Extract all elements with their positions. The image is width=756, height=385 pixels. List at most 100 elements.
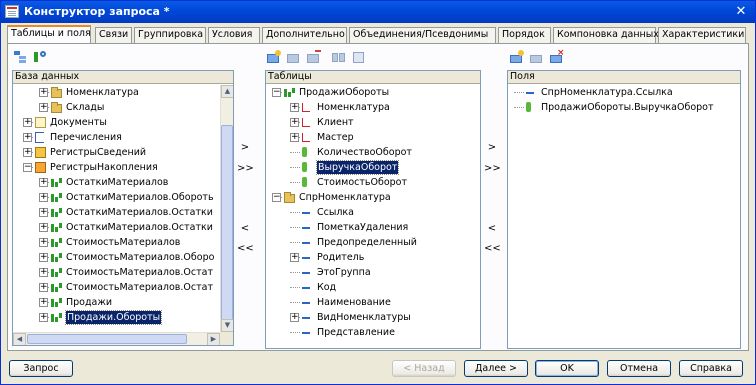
cancel-button[interactable]: Отмена [607,360,671,377]
tree-row[interactable]: − СпрНоменклатура [266,190,480,205]
tab-tables-and-fields[interactable]: Таблицы и поля [7,25,91,44]
replace-table-icon[interactable] [331,50,347,64]
title-bar[interactable]: Конструктор запроса * ✕ [1,1,755,23]
expand-icon[interactable]: + [290,118,299,127]
tree-row[interactable]: − РегистрыНакопления [13,160,233,175]
expand-icon[interactable]: + [23,118,32,127]
add-field-icon[interactable] [509,50,525,64]
tab-grouping[interactable]: Группировка [134,27,206,43]
tab-unions-aliases[interactable]: Объединения/Псевдонимы [349,27,496,43]
tree-row[interactable]: + РегистрыСведений [13,145,233,160]
collapse-icon[interactable]: − [23,163,32,172]
remove-table-button[interactable]: < [236,221,254,237]
expand-icon[interactable]: + [39,178,48,187]
edit-field-icon[interactable] [529,50,545,64]
tab-links[interactable]: Связи [95,27,132,43]
remove-all-fields-button[interactable]: << [483,241,501,257]
collapse-icon[interactable]: − [272,88,281,97]
tree-row[interactable]: + ОстаткиМатериалов [13,175,233,190]
expand-icon[interactable]: + [290,103,299,112]
tree-row[interactable]: + ОстаткиМатериалов.Остатки [13,205,233,220]
help-button[interactable]: Справка [679,360,743,377]
hierarchy-view-icon[interactable] [13,50,29,64]
expand-icon[interactable]: + [39,268,48,277]
expand-icon[interactable]: + [39,238,48,247]
tab-order[interactable]: Порядок [498,27,551,43]
tree-row[interactable]: ЭтоГруппа [266,265,480,280]
expand-icon[interactable]: + [23,133,32,142]
tables-tree[interactable]: Таблицы − ПродажиОбороты + Номенклатура + Кли… [265,70,481,349]
tree-row[interactable]: + ОстаткиМатериалов.Остатки [13,220,233,235]
tab-additional[interactable]: Дополнительно [262,27,347,43]
tree-row[interactable]: + Перечисления [13,130,233,145]
tree-row[interactable]: + Мастер [266,130,480,145]
scroll-right-icon[interactable]: ▶ [207,333,220,345]
scrollbar-thumb[interactable] [221,125,233,331]
remove-all-tables-button[interactable]: << [236,241,254,257]
ok-button[interactable]: OK [535,360,599,377]
tree-row[interactable]: Код [266,280,480,295]
expand-icon[interactable]: + [39,208,48,217]
tree-row[interactable]: + СтоимостьМатериалов.Остат [13,265,233,280]
tree-row[interactable]: + Склады [13,100,233,115]
tree-row[interactable]: + СтоимостьМатериалов.Оборо [13,250,233,265]
tree-row[interactable]: + ВидНоменклатуры [266,310,480,325]
close-icon[interactable]: ✕ [733,4,749,20]
tree-row[interactable]: + Родитель [266,250,480,265]
add-all-fields-button[interactable]: >> [483,161,501,177]
database-tree[interactable]: База данных + Номенклатура + Склады + Докумен… [12,70,234,346]
tree-row[interactable]: + СтоимостьМатериалов.Остат [13,280,233,295]
scroll-left-icon[interactable]: ◀ [13,333,26,345]
tree-row[interactable]: СтоимостьОборот [266,175,480,190]
expand-icon[interactable]: + [23,148,32,157]
tab-characteristics[interactable]: Характеристики [658,27,746,43]
expand-icon[interactable]: + [39,103,48,112]
tree-row[interactable]: + Номенклатура [13,85,233,100]
add-field-button[interactable]: > [483,140,501,156]
tree-row[interactable]: Предопределенный [266,235,480,250]
expand-icon[interactable]: + [39,313,48,322]
delete-field-icon[interactable]: × [549,49,565,64]
expand-icon[interactable]: + [39,88,48,97]
tree-row[interactable]: Ссылка [266,205,480,220]
tree-row[interactable]: − ПродажиОбороты [266,85,480,100]
tree-row[interactable]: Представление [266,325,480,340]
expand-icon[interactable]: + [39,283,48,292]
add-all-tables-button[interactable]: >> [236,161,254,177]
expand-icon[interactable]: + [39,298,48,307]
tree-row[interactable]: + ОстаткиМатериалов.Обороть [13,190,233,205]
expand-icon[interactable]: + [290,133,299,142]
database-horizontal-scrollbar[interactable]: ◀ ▶ [13,332,220,345]
expand-icon[interactable]: + [39,193,48,202]
query-button[interactable]: Запрос [9,360,73,377]
tree-row[interactable]: + Номенклатура [266,100,480,115]
add-table-button[interactable]: > [236,140,254,156]
scroll-up-icon[interactable]: ▲ [221,85,233,98]
tree-row[interactable]: + Документы [13,115,233,130]
expand-icon[interactable]: + [290,253,299,262]
edit-table-icon[interactable] [286,50,302,64]
find-in-tree-icon[interactable] [33,50,49,64]
add-table-icon[interactable] [266,50,282,64]
collapse-icon[interactable]: − [272,193,281,202]
fields-list[interactable]: Поля СпрНоменклатура.Ссылка ПродажиОборот… [507,70,741,349]
next-button[interactable]: Далее > [464,360,528,377]
tab-data-composition[interactable]: Компоновка данных [553,27,659,43]
expand-icon[interactable]: + [39,223,48,232]
tree-row[interactable]: + СтоимостьМатериалов [13,235,233,250]
tree-row[interactable]: КоличествоОборот [266,145,480,160]
tree-row[interactable]: + Клиент [266,115,480,130]
back-button[interactable]: < Назад [392,360,456,377]
tab-conditions[interactable]: Условия [208,27,260,43]
tree-row[interactable]: + Продажи.Обороты [13,310,233,325]
tree-row[interactable]: ВыручкаОборот [266,160,480,175]
scrollbar-thumb[interactable] [27,334,187,344]
scroll-down-icon[interactable]: ▼ [221,319,233,332]
database-vertical-scrollbar[interactable]: ▲ ▼ [220,85,233,332]
tree-row[interactable]: СпрНоменклатура.Ссылка [508,85,740,100]
table-parameters-icon[interactable] [351,50,367,64]
remove-field-button[interactable]: < [483,221,501,237]
tree-row[interactable]: ПометкаУдаления [266,220,480,235]
expand-icon[interactable]: + [39,253,48,262]
tree-row[interactable]: ПродажиОбороты.ВыручкаОборот [508,100,740,115]
